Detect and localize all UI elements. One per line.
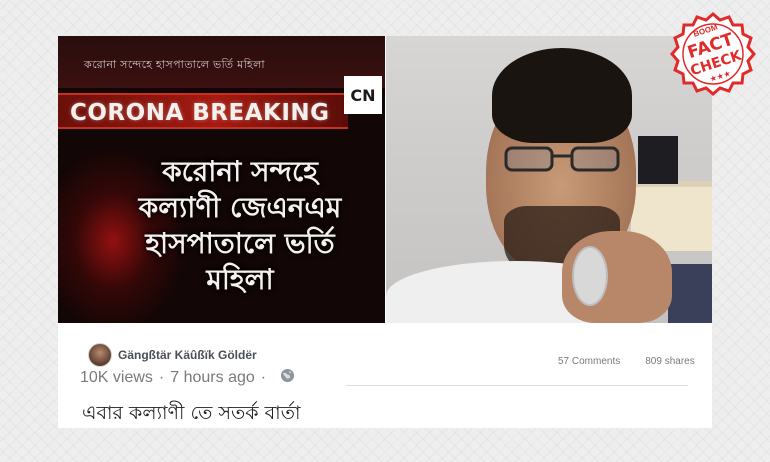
fact-check-badge: BOOM FACT CHECK ★★★ <box>670 12 756 96</box>
headline-line: হাসপাতালে ভর্তি <box>145 227 335 260</box>
author-row[interactable]: Gängßtär Käûßïk Göldër <box>88 343 257 367</box>
video-still[interactable] <box>386 36 712 323</box>
post-time[interactable]: 7 hours ago <box>170 369 255 387</box>
channel-logo: CN <box>344 76 382 114</box>
background-monitor <box>638 136 678 184</box>
divider <box>346 385 688 386</box>
held-mouse <box>572 246 608 306</box>
meta-separator: · <box>158 369 165 386</box>
news-headline: করোনা সন্দহে কল্যাণী জেএনএম হাসপাতালে ভর… <box>104 154 376 298</box>
person-hair <box>492 48 632 143</box>
person-glasses <box>504 146 620 172</box>
fact-check-card: করোনা সন্দেহে হাসপাতালে ভর্তি মহিলা CORO… <box>58 36 712 428</box>
news-screenshot: করোনা সন্দেহে হাসপাতালে ভর্তি মহিলা CORO… <box>58 36 385 323</box>
post-footer: Gängßtär Käûßïk Göldër 10K views · 7 hou… <box>58 323 712 428</box>
globe-icon <box>280 368 295 388</box>
background-chair <box>668 264 712 323</box>
headline-line: করোনা সন্দহে <box>162 155 318 188</box>
comments-count[interactable]: 57 Comments <box>558 356 620 367</box>
news-brand-label: CORONA BREAKING <box>70 100 330 126</box>
news-ticker-text: করোনা সন্দেহে হাসপাতালে ভর্তি মহিলা <box>84 59 266 71</box>
shares-count[interactable]: 809 shares <box>645 356 694 367</box>
post-text: এবার কল্যাণী তে সতর্ক বার্তা <box>82 402 301 424</box>
avatar[interactable] <box>88 343 112 367</box>
headline-line: কল্যাণী জেএনএম <box>138 191 342 224</box>
engagement-counts: 57 Comments 809 shares <box>558 356 695 367</box>
headline-line: মহিলা <box>206 263 274 296</box>
view-count: 10K views <box>80 369 153 386</box>
post-meta: 10K views · 7 hours ago · <box>80 368 295 388</box>
meta-separator: · <box>260 369 267 386</box>
author-name[interactable]: Gängßtär Käûßïk Göldër <box>118 348 257 362</box>
